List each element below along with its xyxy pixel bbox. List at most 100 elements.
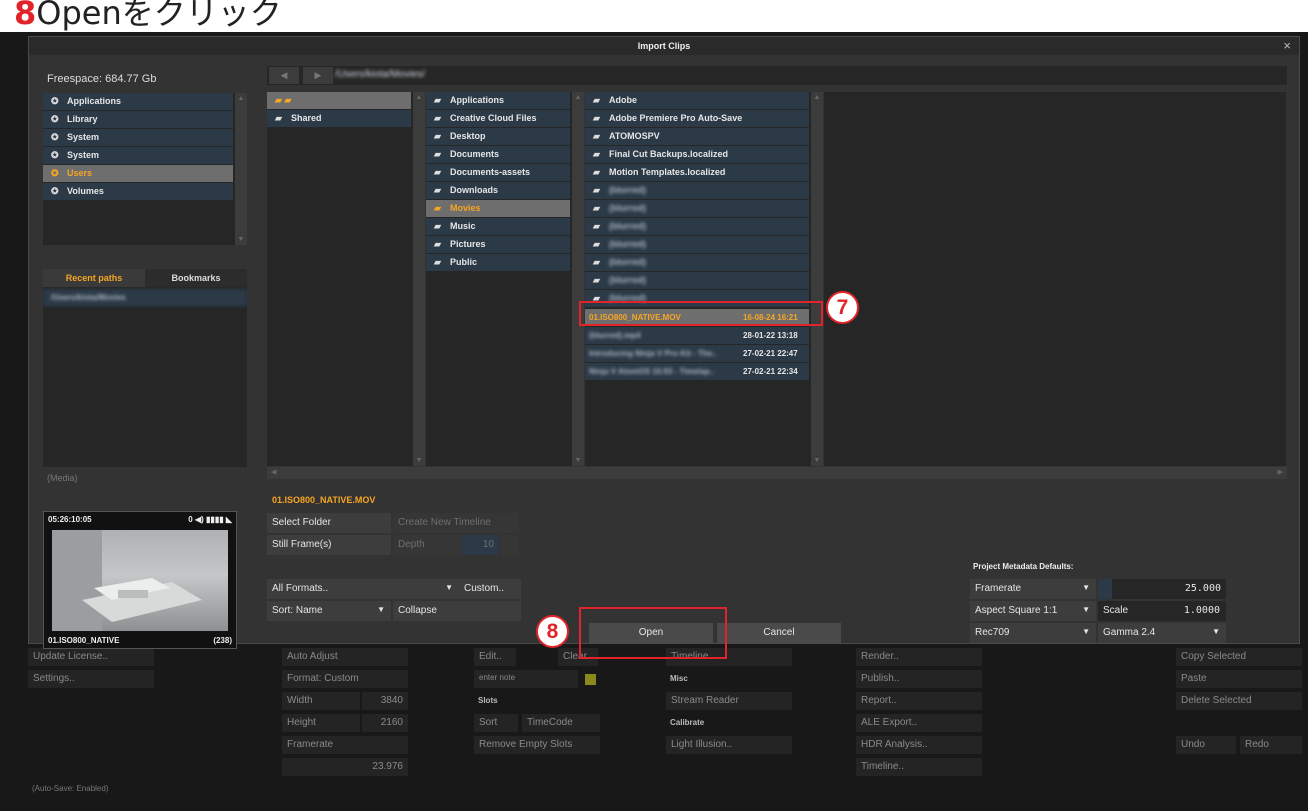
gamma-dropdown[interactable]: Gamma 2.4 ▼ bbox=[1098, 623, 1226, 643]
sort-button[interactable]: Sort bbox=[474, 714, 518, 732]
folder-item[interactable]: ▰ Adobe bbox=[585, 92, 809, 109]
ale-export-button[interactable]: ALE Export.. bbox=[856, 714, 982, 732]
annotation-box-8 bbox=[579, 607, 727, 659]
folder-item[interactable]: ▰ (blurred) bbox=[585, 218, 809, 235]
auto-adjust-button[interactable]: Auto Adjust bbox=[282, 648, 408, 666]
forward-icon[interactable]: ▶ bbox=[303, 67, 333, 84]
folder-item[interactable]: ▰ Applications bbox=[426, 92, 570, 109]
folder-item[interactable]: ▰ Creative Cloud Files bbox=[426, 110, 570, 127]
folder-label: Creative Cloud Files bbox=[450, 113, 537, 123]
all-formats-dropdown[interactable]: All Formats.. ▼ bbox=[267, 579, 459, 599]
close-icon[interactable]: × bbox=[1283, 37, 1291, 55]
path-input[interactable]: /Users/kiota/Movies/ bbox=[335, 69, 425, 80]
scale-field[interactable]: Scale 1.0000 bbox=[1098, 601, 1226, 621]
recent-path-item[interactable]: /Users/kiota/Movies bbox=[43, 289, 247, 306]
cancel-button[interactable]: Cancel bbox=[717, 623, 841, 643]
depth-stepper[interactable] bbox=[501, 535, 519, 555]
folder-item[interactable]: ▰ Shared bbox=[267, 110, 411, 127]
select-folder-button[interactable]: Select Folder bbox=[267, 513, 391, 533]
volumes-scrollbar[interactable]: ▲ ▼ bbox=[235, 93, 247, 245]
collapse-button[interactable]: Collapse bbox=[393, 601, 521, 621]
update-license-button[interactable]: Update License.. bbox=[28, 648, 154, 666]
folder-item[interactable]: ▰ Final Cut Backups.localized bbox=[585, 146, 809, 163]
volume-item-selected[interactable]: ✪ Users bbox=[43, 165, 233, 182]
folder-item[interactable]: ▰ (blurred) bbox=[585, 272, 809, 289]
still-frames-button[interactable]: Still Frame(s) bbox=[267, 535, 391, 555]
copy-selected-button[interactable]: Copy Selected bbox=[1176, 648, 1302, 666]
folder-item[interactable]: ▰ Documents-assets bbox=[426, 164, 570, 181]
column-3-scrollbar[interactable]: ▲ ▼ bbox=[811, 92, 823, 466]
folder-item[interactable]: ▰ Public bbox=[426, 254, 570, 271]
folder-item[interactable]: ▰ Music bbox=[426, 218, 570, 235]
framerate-dropdown[interactable]: Framerate ▼ bbox=[970, 579, 1096, 599]
width-value[interactable]: 3840 bbox=[362, 692, 408, 710]
scroll-left-icon[interactable]: ◀ bbox=[271, 468, 276, 476]
folder-item[interactable]: ▰ Downloads bbox=[426, 182, 570, 199]
back-icon[interactable]: ◀ bbox=[269, 67, 299, 84]
redo-button[interactable]: Redo bbox=[1240, 736, 1302, 754]
create-new-timeline-button[interactable]: Create New Timeline bbox=[393, 513, 519, 533]
tab-recent-paths[interactable]: Recent paths bbox=[43, 269, 145, 287]
delete-selected-button[interactable]: Delete Selected bbox=[1176, 692, 1302, 710]
publish-button[interactable]: Publish.. bbox=[856, 670, 982, 688]
custom-button[interactable]: Custom.. bbox=[459, 579, 521, 599]
scroll-right-icon[interactable]: ▶ bbox=[1278, 468, 1283, 476]
fps-value[interactable]: 23.976 bbox=[282, 758, 408, 776]
folder-item[interactable]: ▰ (blurred) bbox=[585, 182, 809, 199]
folder-item[interactable]: ▰ Documents bbox=[426, 146, 570, 163]
depth-value[interactable]: 10 bbox=[461, 535, 499, 555]
timecode-dropdown[interactable]: TimeCode bbox=[522, 714, 600, 732]
volumes-list: ✪ Applications ✪ Library ✪ System ✪ System ✪… bbox=[43, 93, 247, 245]
stream-reader-button[interactable]: Stream Reader bbox=[666, 692, 792, 710]
height-label: Height bbox=[282, 714, 360, 732]
folder-item[interactable]: ▰ Pictures bbox=[426, 236, 570, 253]
folder-item[interactable]: ▰ Motion Templates.localized bbox=[585, 164, 809, 181]
folder-label: Adobe bbox=[609, 95, 637, 105]
volume-item[interactable]: ✪ Applications bbox=[43, 93, 233, 110]
render-button[interactable]: Render.. bbox=[856, 648, 982, 666]
volume-item[interactable]: ✪ Volumes bbox=[43, 183, 233, 200]
folder-item[interactable]: ▰ (blurred) bbox=[585, 200, 809, 217]
folder-item-selected[interactable]: ▰ ▰ bbox=[267, 92, 411, 109]
framerate-value[interactable]: 25.000 bbox=[1098, 579, 1226, 599]
tab-bookmarks[interactable]: Bookmarks bbox=[145, 269, 247, 287]
colorspace-label: Rec709 bbox=[975, 627, 1010, 638]
folder-item[interactable]: ▰ (blurred) bbox=[585, 236, 809, 253]
folder-item[interactable]: ▰ Desktop bbox=[426, 128, 570, 145]
folder-item[interactable]: ▰ Adobe Premiere Pro Auto-Save bbox=[585, 110, 809, 127]
note-color-swatch[interactable] bbox=[585, 674, 596, 685]
folder-item[interactable]: ▰ ATOMOSPV bbox=[585, 128, 809, 145]
folder-item[interactable]: ▰ (blurred) bbox=[585, 254, 809, 271]
folder-icon: ▰ bbox=[593, 257, 600, 267]
settings-button[interactable]: Settings.. bbox=[28, 670, 154, 688]
colorspace-dropdown[interactable]: Rec709 ▼ bbox=[970, 623, 1096, 643]
format-dropdown[interactable]: Format: Custom bbox=[282, 670, 408, 688]
report-button[interactable]: Report.. bbox=[856, 692, 982, 710]
gear-icon: ✪ bbox=[51, 96, 59, 106]
folder-label: (blurred) bbox=[609, 221, 646, 231]
note-input[interactable]: enter note bbox=[474, 670, 578, 688]
gamma-label: Gamma 2.4 bbox=[1103, 627, 1156, 638]
light-illusion-button[interactable]: Light Illusion.. bbox=[666, 736, 792, 754]
horizontal-scrollbar[interactable]: ◀ ▶ bbox=[267, 467, 1287, 479]
column-1-scrollbar[interactable]: ▲ ▼ bbox=[413, 92, 425, 466]
height-value[interactable]: 2160 bbox=[362, 714, 408, 732]
folder-icon: ▰ bbox=[434, 131, 441, 141]
edit-button[interactable]: Edit.. bbox=[474, 648, 516, 666]
file-date: 27-02-21 22:47 bbox=[743, 349, 798, 358]
column-2-scrollbar[interactable]: ▲ ▼ bbox=[572, 92, 584, 466]
framerate-dropdown[interactable]: Framerate bbox=[282, 736, 408, 754]
remove-empty-slots-button[interactable]: Remove Empty Slots bbox=[474, 736, 600, 754]
volume-item[interactable]: ✪ System bbox=[43, 129, 233, 146]
volume-item[interactable]: ✪ Library bbox=[43, 111, 233, 128]
folder-label: Pictures bbox=[450, 239, 486, 249]
paste-button[interactable]: Paste bbox=[1176, 670, 1302, 688]
folder-item-selected[interactable]: ▰ Movies bbox=[426, 200, 570, 217]
dropdown-arrow-icon: ▼ bbox=[377, 605, 385, 614]
aspect-dropdown[interactable]: Aspect Square 1:1 ▼ bbox=[970, 601, 1096, 621]
volume-item[interactable]: ✪ System bbox=[43, 147, 233, 164]
hdr-analysis-button[interactable]: HDR Analysis.. bbox=[856, 736, 982, 754]
sort-dropdown[interactable]: Sort: Name ▼ bbox=[267, 601, 391, 621]
undo-button[interactable]: Undo bbox=[1176, 736, 1236, 754]
timeline-dots-button[interactable]: Timeline.. bbox=[856, 758, 982, 776]
